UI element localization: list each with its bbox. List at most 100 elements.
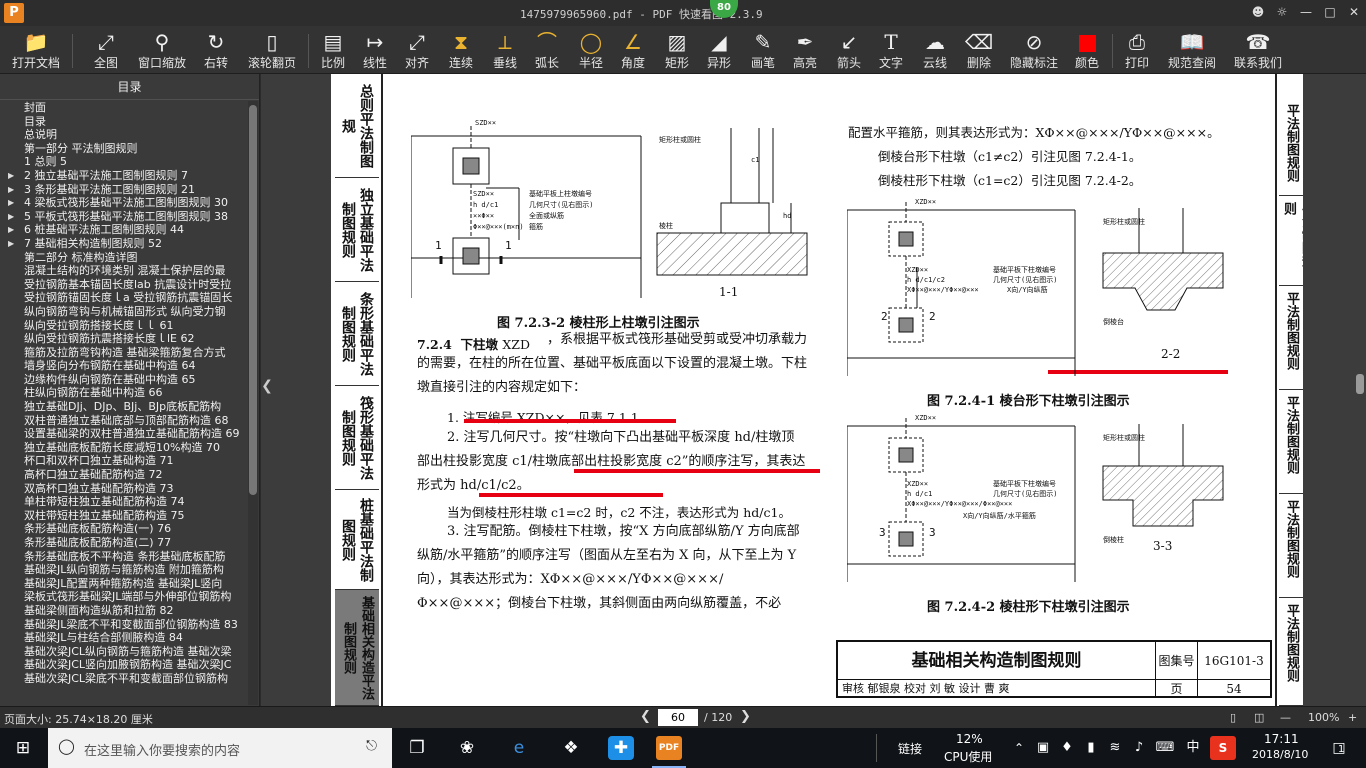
prev-page-icon[interactable]: ❮: [640, 709, 651, 724]
toc-item[interactable]: 混凝土结构的环境类别 混凝土保护层的最: [0, 264, 248, 278]
toc-item[interactable]: ▶ 3 条形基础平法施工图制图规则 21: [0, 183, 248, 197]
ie-browser-icon[interactable]: e: [506, 736, 532, 760]
toc-item[interactable]: 高杯口独立基础配筋构造 72: [0, 468, 248, 482]
contact-us-button[interactable]: ☎ 联系我们: [1230, 28, 1286, 72]
perpendicular-button[interactable]: ⟂ 垂线: [488, 28, 522, 72]
toc-item[interactable]: 柱纵向钢筋在基础中构造 66: [0, 386, 248, 400]
sogou-ime-icon[interactable]: S: [1210, 736, 1236, 760]
volume-icon[interactable]: ♪: [1126, 736, 1152, 760]
toc-item[interactable]: 第一部分 平法制图规则: [0, 142, 248, 156]
tray-app-icon[interactable]: ▣: [1030, 736, 1056, 760]
browser-app-icon[interactable]: ❖: [558, 736, 584, 760]
toc-item[interactable]: ▶ 2 独立基础平法施工图制图规则 7: [0, 169, 248, 183]
network-label[interactable]: 链接: [898, 740, 922, 757]
polygon-button[interactable]: ◢ 异形: [702, 28, 736, 72]
toc-item[interactable]: 基础梁JL梁底不平和变截面部位钢筋构造 83: [0, 618, 248, 632]
red-annotation-line-1[interactable]: [464, 419, 676, 423]
microphone-icon[interactable]: ⎋: [366, 738, 377, 754]
single-page-icon[interactable]: ▯: [1230, 711, 1236, 724]
toc-item[interactable]: 基础梁JL与柱结合部侧腋构造 84: [0, 631, 248, 645]
tray-icon[interactable]: ▮: [1078, 736, 1104, 760]
toc-item[interactable]: 封面: [0, 101, 248, 115]
toc-scrollbar[interactable]: [248, 101, 258, 705]
toc-item[interactable]: 目录: [0, 115, 248, 129]
toc-item[interactable]: 双柱带短柱独立基础配筋构造 75: [0, 509, 248, 523]
angle-button[interactable]: ∠ 角度: [616, 28, 650, 72]
cloud-button[interactable]: ☁ 云线: [918, 28, 952, 72]
toc-item[interactable]: 纵向受拉钢筋抗震搭接长度ｌlE 62: [0, 332, 248, 346]
toc-item[interactable]: 总说明: [0, 128, 248, 142]
toc-scroll-thumb[interactable]: [249, 105, 257, 495]
red-annotation-line-2[interactable]: [574, 469, 820, 473]
toc-item[interactable]: 梁板式筏形基础梁JL端部与外伸部位钢筋构: [0, 590, 248, 604]
expand-arrow-icon[interactable]: ▶: [8, 169, 14, 183]
toc-item[interactable]: 双高杯口独立基础配筋构造 73: [0, 482, 248, 496]
page-scroll-thumb[interactable]: [1356, 374, 1364, 394]
toc-item[interactable]: 受拉钢筋基本锚固长度lab 抗震设计时受拉: [0, 278, 248, 292]
toc-item[interactable]: ▶ 5 平板式筏形基础平法施工图制图规则 38: [0, 210, 248, 224]
keyboard-icon[interactable]: ⌨: [1152, 736, 1178, 760]
toc-item[interactable]: ▶ 6 桩基础平法施工图制图规则 44: [0, 223, 248, 237]
toc-item[interactable]: 条形基础底板配筋构造(一) 76: [0, 522, 248, 536]
document-viewer[interactable]: ❮ 总则平法制图规 独立基础平法制图规则 条形基础平法制图规则 筏形基础平法制图…: [261, 74, 1366, 706]
fit-page-button[interactable]: ⤢ 全图: [84, 28, 128, 72]
expand-arrow-icon[interactable]: ▶: [8, 183, 14, 197]
bell-icon[interactable]: ♦: [1054, 736, 1080, 760]
rectangle-button[interactable]: ▨ 矩形: [660, 28, 694, 72]
toc-item[interactable]: 1 总则 5: [0, 155, 248, 169]
arrow-button[interactable]: ↙ 箭头: [832, 28, 866, 72]
color-button[interactable]: 颜色: [1070, 28, 1104, 72]
toc-item[interactable]: 墙身竖向分布钢筋在基础中构造 64: [0, 359, 248, 373]
toc-item[interactable]: 受拉钢筋锚固长度ｌa 受拉钢筋抗震锚固长: [0, 291, 248, 305]
expand-arrow-icon[interactable]: ▶: [8, 196, 14, 210]
toc-item[interactable]: 基础次梁JCL梁底不平和变截面部位钢筋构: [0, 672, 248, 686]
toc-item[interactable]: 箍筋及拉筋弯钩构造 基础梁箍筋复合方式: [0, 346, 248, 360]
toc-item[interactable]: 单柱带短柱独立基础配筋构造 74: [0, 495, 248, 509]
arc-length-button[interactable]: ⌒ 弧长: [530, 28, 564, 72]
print-button[interactable]: ⎙ 打印: [1120, 28, 1154, 72]
standard-lookup-button[interactable]: 📖 规范查阅: [1164, 28, 1220, 72]
collapse-sidebar-icon[interactable]: ❮: [261, 374, 273, 398]
continuous-button[interactable]: ⧗ 连续: [444, 28, 478, 72]
expand-arrow-icon[interactable]: ▶: [8, 210, 14, 224]
wifi-icon[interactable]: ≋: [1102, 736, 1128, 760]
toc-item[interactable]: 基础梁JL纵向钢筋与箍筋构造 附加箍筋构: [0, 563, 248, 577]
toc-item[interactable]: 杯口和双杯口独立基础构造 71: [0, 454, 248, 468]
pdf-app-icon[interactable]: PDF: [656, 736, 682, 760]
open-document-button[interactable]: 📁 打开文档: [8, 28, 64, 72]
page-number-input[interactable]: 60: [658, 709, 698, 726]
next-page-icon[interactable]: ❯: [740, 709, 751, 724]
text-button[interactable]: T 文字: [874, 28, 908, 72]
wheel-page-button[interactable]: ▯ 滚轮翻页: [244, 28, 300, 72]
zoom-in-icon[interactable]: +: [1348, 711, 1357, 724]
taskbar-search-box[interactable]: ◯ 在这里输入你要搜索的内容 ⎋: [48, 728, 392, 768]
expand-arrow-icon[interactable]: ▶: [8, 237, 14, 251]
toc-item[interactable]: 基础梁侧面构造纵筋和拉筋 82: [0, 604, 248, 618]
fan-app-icon[interactable]: ❀: [454, 736, 480, 760]
double-page-icon[interactable]: ◫: [1254, 711, 1264, 724]
toc-item[interactable]: 基础次梁JCL纵向钢筋与箍筋构造 基础次梁: [0, 645, 248, 659]
rotate-right-button[interactable]: ↻ 右转: [196, 28, 236, 72]
toc-item[interactable]: 边缘构件纵向钢筋在基础中构造 65: [0, 373, 248, 387]
toc-item[interactable]: 条形基础底板不平构造 条形基础底板配筋: [0, 550, 248, 564]
red-annotation-line-3[interactable]: [479, 493, 663, 497]
scale-button[interactable]: ▤ 比例: [316, 28, 350, 72]
linear-button[interactable]: ↦ 线性: [358, 28, 392, 72]
toc-item[interactable]: ▶ 7 基础相关构造制图规则 52: [0, 237, 248, 251]
toc-item[interactable]: 设置基础梁的双柱普通独立基础配筋构造 69: [0, 427, 248, 441]
zoom-out-icon[interactable]: —: [1280, 711, 1291, 724]
hide-annotations-button[interactable]: ⊘ 隐藏标注: [1006, 28, 1062, 72]
toc-item[interactable]: 基础次梁JCL竖向加腋钢筋构造 基础次梁JC: [0, 658, 248, 672]
chevron-up-icon[interactable]: ⌃: [1006, 736, 1032, 760]
close-icon[interactable]: ✕: [1346, 4, 1362, 20]
toc-item[interactable]: 独立基础底板配筋长度减短10%构造 70: [0, 441, 248, 455]
minimize-icon[interactable]: —: [1298, 4, 1314, 20]
maximize-icon[interactable]: □: [1322, 4, 1338, 20]
tool-app-icon[interactable]: ✚: [608, 736, 634, 760]
ime-indicator[interactable]: 中: [1180, 736, 1206, 760]
toc-item[interactable]: ▶ 4 梁板式筏形基础平法施工图制图规则 30: [0, 196, 248, 210]
user-icon[interactable]: ☻: [1250, 4, 1266, 20]
expand-arrow-icon[interactable]: ▶: [8, 223, 14, 237]
clock-date[interactable]: 2018/8/10: [1252, 748, 1308, 761]
toc-item[interactable]: 纵向钢筋弯钩与机械锚固形式 纵向受力钢: [0, 305, 248, 319]
